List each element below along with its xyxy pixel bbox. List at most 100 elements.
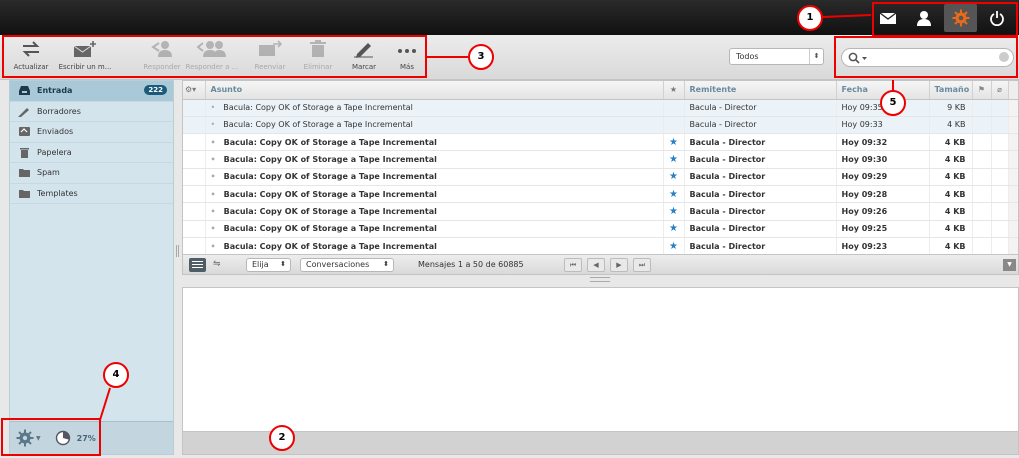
last-page-button[interactable]: ⏭ (633, 258, 651, 272)
row-status[interactable] (972, 168, 992, 186)
row-scrollbar[interactable] (1008, 237, 1018, 254)
row-from[interactable]: Bacula - Director (684, 116, 837, 135)
row-subject[interactable]: • Bacula: Copy OK of Storage a Tape Incre… (205, 116, 664, 135)
row-scrollbar[interactable] (1008, 116, 1018, 135)
row-status[interactable] (972, 99, 992, 117)
row-size[interactable]: 4 KB (929, 220, 973, 238)
row-scrollbar[interactable] (1008, 202, 1018, 221)
row-flag[interactable] (663, 116, 685, 135)
table-row[interactable]: • Bacula: Copy OK of Storage a Tape Incre… (183, 237, 1018, 254)
row-thread-cell[interactable] (183, 150, 206, 169)
row-flag[interactable]: ★ (663, 237, 685, 254)
row-size[interactable]: 4 KB (929, 133, 973, 152)
flag-star-icon[interactable]: ★ (669, 241, 678, 252)
row-scrollbar[interactable] (1008, 150, 1018, 169)
first-page-button[interactable]: ⏮ (564, 258, 582, 272)
row-thread-cell[interactable] (183, 168, 206, 186)
row-attachment[interactable] (991, 116, 1009, 135)
row-size[interactable]: 4 KB (929, 237, 973, 254)
row-status[interactable] (972, 150, 992, 169)
table-row[interactable]: • Bacula: Copy OK of Storage a Tape Incre… (183, 220, 1018, 238)
column-flag-star-icon[interactable]: ★ (663, 81, 685, 100)
row-attachment[interactable] (991, 220, 1009, 238)
row-size[interactable]: 9 KB (929, 99, 973, 117)
row-thread-cell[interactable] (183, 237, 206, 254)
row-date[interactable]: Hoy 09:29 (836, 168, 930, 186)
row-size[interactable]: 4 KB (929, 116, 973, 135)
row-subject[interactable]: • Bacula: Copy OK of Storage a Tape Incre… (205, 168, 664, 186)
row-size[interactable]: 4 KB (929, 168, 973, 186)
sidebar-splitter[interactable] (176, 245, 179, 257)
folder-spam[interactable]: Spam (10, 163, 173, 184)
row-thread-cell[interactable] (183, 220, 206, 238)
row-attachment[interactable] (991, 168, 1009, 186)
message-preview-pane[interactable] (182, 287, 1019, 432)
filter-select[interactable]: Todos ⬍ (729, 48, 824, 65)
folder-templates[interactable]: Templates (10, 184, 173, 204)
scrollbar-top[interactable] (1008, 81, 1018, 100)
row-date[interactable]: Hoy 09:25 (836, 220, 930, 238)
folder-drafts[interactable]: Borradores (10, 102, 173, 122)
row-status[interactable] (972, 220, 992, 238)
row-date[interactable]: Hoy 09:30 (836, 150, 930, 169)
row-date[interactable]: Hoy 09:32 (836, 133, 930, 152)
flag-star-icon[interactable]: ★ (669, 189, 678, 200)
row-size[interactable]: 4 KB (929, 150, 973, 169)
row-attachment[interactable] (991, 150, 1009, 169)
row-subject[interactable]: • Bacula: Copy OK of Storage a Tape Incre… (205, 133, 664, 152)
row-subject[interactable]: • Bacula: Copy OK of Storage a Tape Incre… (205, 220, 664, 238)
splitter-handle[interactable] (590, 277, 610, 282)
row-scrollbar[interactable] (1008, 168, 1018, 186)
row-flag[interactable]: ★ (663, 168, 685, 186)
row-from[interactable]: Bacula - Director (684, 99, 837, 117)
row-from[interactable]: Bacula - Director (684, 150, 837, 169)
row-flag[interactable]: ★ (663, 133, 685, 152)
list-options-gear-icon[interactable]: ⚙▾ (183, 81, 206, 100)
flag-star-icon[interactable]: ★ (669, 223, 678, 234)
table-row[interactable]: • Bacula: Copy OK of Storage a Tape Incre… (183, 133, 1018, 152)
threads-toggle-icon[interactable]: ⇋ (213, 259, 221, 269)
row-from[interactable]: Bacula - Director (684, 168, 837, 186)
row-from[interactable]: Bacula - Director (684, 202, 837, 221)
row-date[interactable]: Hoy 09:26 (836, 202, 930, 221)
row-subject[interactable]: • Bacula: Copy OK of Storage a Tape Incre… (205, 99, 664, 117)
select-dropdown[interactable]: Elija ⬍ (246, 258, 291, 272)
column-attachment-icon[interactable]: ⌀ (991, 81, 1009, 100)
row-scrollbar[interactable] (1008, 99, 1018, 117)
flag-star-icon[interactable]: ★ (669, 137, 678, 148)
row-flag[interactable] (663, 99, 685, 117)
row-status[interactable] (972, 202, 992, 221)
folder-sent[interactable]: Enviados (10, 122, 173, 143)
column-status-flag-icon[interactable]: ⚑ (972, 81, 992, 100)
row-from[interactable]: Bacula - Director (684, 185, 837, 204)
row-size[interactable]: 4 KB (929, 202, 973, 221)
table-row[interactable]: • Bacula: Copy OK of Storage a Tape Incre… (183, 150, 1018, 169)
list-view-icon[interactable] (189, 258, 206, 272)
row-attachment[interactable] (991, 237, 1009, 254)
flag-star-icon[interactable]: ★ (669, 154, 678, 165)
row-status[interactable] (972, 185, 992, 204)
column-size[interactable]: Tamaño (929, 81, 973, 100)
next-page-button[interactable]: ▶ (610, 258, 628, 272)
row-flag[interactable]: ★ (663, 202, 685, 221)
row-flag[interactable]: ★ (663, 150, 685, 169)
row-thread-cell[interactable] (183, 133, 206, 152)
previous-page-button[interactable]: ◀ (587, 258, 605, 272)
row-attachment[interactable] (991, 185, 1009, 204)
row-date[interactable]: Hoy 09:23 (836, 237, 930, 254)
row-flag[interactable]: ★ (663, 220, 685, 238)
row-status[interactable] (972, 237, 992, 254)
row-thread-cell[interactable] (183, 116, 206, 135)
row-attachment[interactable] (991, 133, 1009, 152)
row-from[interactable]: Bacula - Director (684, 133, 837, 152)
row-thread-cell[interactable] (183, 99, 206, 117)
column-from[interactable]: Remitente (684, 81, 837, 100)
table-row[interactable]: • Bacula: Copy OK of Storage a Tape Incre… (183, 202, 1018, 221)
row-scrollbar[interactable] (1008, 133, 1018, 152)
row-status[interactable] (972, 116, 992, 135)
row-subject[interactable]: • Bacula: Copy OK of Storage a Tape Incre… (205, 185, 664, 204)
column-subject[interactable]: Asunto (205, 81, 664, 100)
row-subject[interactable]: • Bacula: Copy OK of Storage a Tape Incre… (205, 237, 664, 254)
folder-trash[interactable]: Papelera (10, 143, 173, 163)
row-attachment[interactable] (991, 99, 1009, 117)
